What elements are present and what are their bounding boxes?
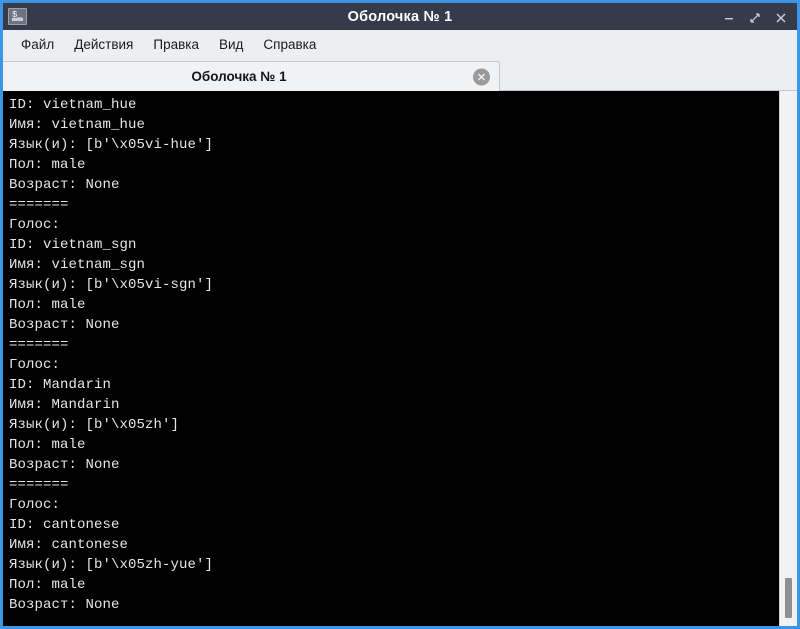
terminal-line: Имя: vietnam_sgn — [9, 255, 779, 275]
terminal-line: Голос: — [9, 215, 779, 235]
tab-label: Оболочка № 1 — [191, 69, 286, 84]
terminal-line: Пол: male — [9, 155, 779, 175]
terminal-line: Язык(и): [b'\x05zh'] — [9, 415, 779, 435]
terminal-line: Пол: male — [9, 435, 779, 455]
maximize-icon[interactable] — [743, 6, 767, 30]
title-bar: $_ Оболочка № 1 — [3, 0, 797, 30]
terminal-line: Язык(и): [b'\x05vi-hue'] — [9, 135, 779, 155]
terminal-line: Пол: male — [9, 295, 779, 315]
terminal-line: Имя: Mandarin — [9, 395, 779, 415]
terminal-line: Возраст: None — [9, 315, 779, 335]
close-icon[interactable] — [769, 6, 793, 30]
terminal-line: ======= — [9, 475, 779, 495]
close-circle-icon[interactable] — [473, 68, 490, 85]
terminal-icon: $_ — [8, 8, 27, 25]
terminal-line: ID: vietnam_sgn — [9, 235, 779, 255]
terminal-window: $_ Оболочка № 1 Файл Действия Правка Вид — [0, 0, 800, 629]
terminal-line: ======= — [9, 195, 779, 215]
terminal-line: Язык(и): [b'\x05zh-yue'] — [9, 555, 779, 575]
menu-item-view[interactable]: Вид — [209, 34, 253, 55]
terminal-line: Имя: cantonese — [9, 535, 779, 555]
menu-item-file[interactable]: Файл — [11, 34, 64, 55]
tab-bar: Оболочка № 1 — [3, 59, 797, 91]
terminal-line: ID: Mandarin — [9, 375, 779, 395]
scrollbar-thumb[interactable] — [785, 578, 792, 618]
terminal-line: Голос: — [9, 355, 779, 375]
tab-bar-empty-space — [500, 60, 797, 91]
tab-shell-1[interactable]: Оболочка № 1 — [3, 61, 500, 91]
terminal-line: Возраст: None — [9, 595, 779, 615]
terminal-line: Возраст: None — [9, 175, 779, 195]
terminal-output[interactable]: ID: vietnam_hueИмя: vietnam_hueЯзык(и): … — [3, 91, 779, 626]
menu-item-edit[interactable]: Правка — [143, 34, 209, 55]
minimize-icon[interactable] — [717, 6, 741, 30]
terminal-line: Имя: vietnam_hue — [9, 115, 779, 135]
menu-item-actions[interactable]: Действия — [64, 34, 143, 55]
terminal-line: Язык(и): [b'\x05vi-sgn'] — [9, 275, 779, 295]
terminal-line: Голос: — [9, 495, 779, 515]
terminal-area: ID: vietnam_hueИмя: vietnam_hueЯзык(и): … — [3, 91, 797, 626]
window-controls — [717, 3, 793, 33]
terminal-line: Пол: male — [9, 575, 779, 595]
window-title: Оболочка № 1 — [3, 9, 797, 25]
menu-item-help[interactable]: Справка — [253, 34, 326, 55]
terminal-line: ID: cantonese — [9, 515, 779, 535]
terminal-line: Возраст: None — [9, 455, 779, 475]
terminal-line: ======= — [9, 335, 779, 355]
menu-bar: Файл Действия Правка Вид Справка — [3, 30, 797, 59]
terminal-line: ID: vietnam_hue — [9, 95, 779, 115]
vertical-scrollbar[interactable] — [779, 91, 797, 626]
